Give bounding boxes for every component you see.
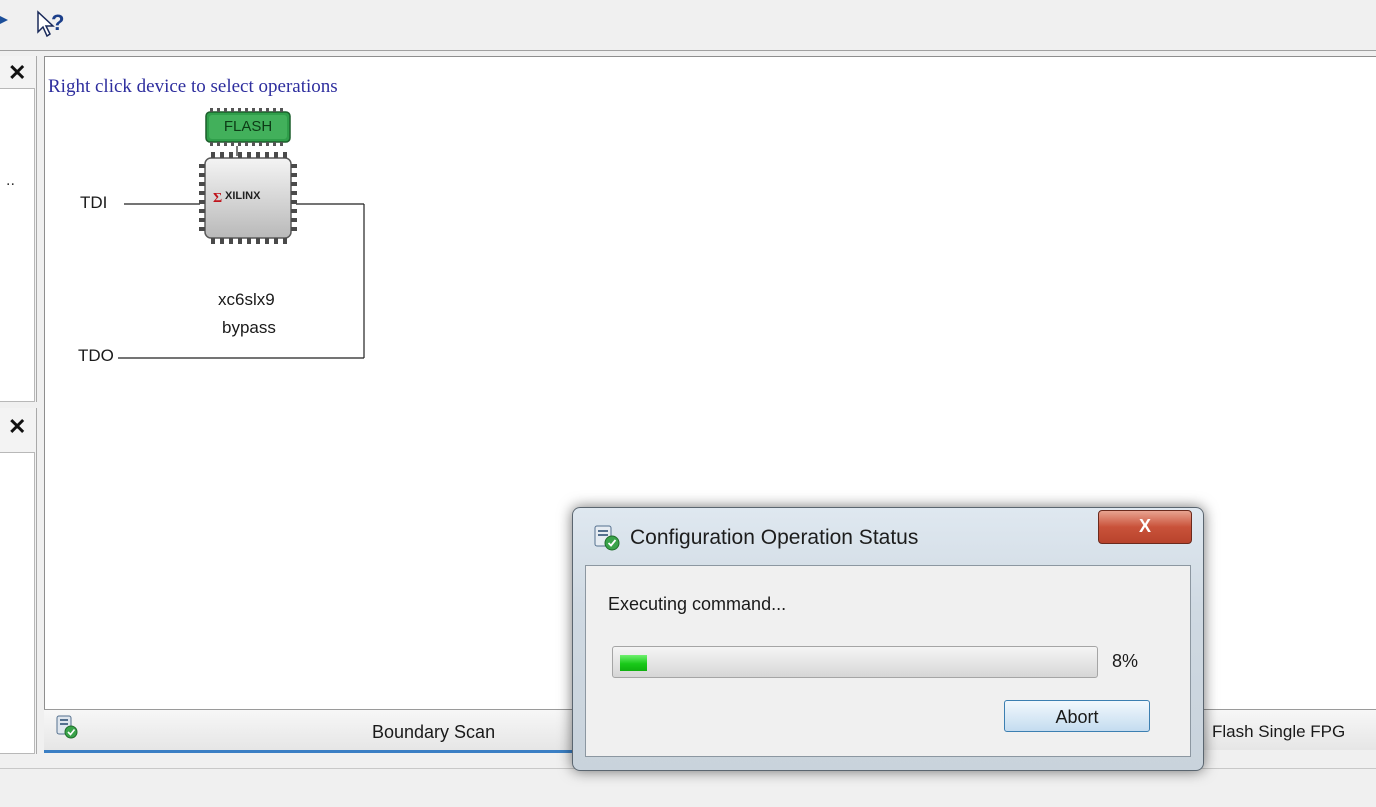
tdi-label: TDI <box>80 193 108 212</box>
tdo-label: TDO <box>78 346 114 365</box>
toolbar <box>0 0 1376 51</box>
device-instruction: bypass <box>222 318 276 337</box>
xilinx-device-chip[interactable]: Σ XILINX <box>199 152 297 244</box>
status-bar <box>0 768 1376 807</box>
dialog-title: Configuration Operation Status <box>630 526 919 549</box>
configuration-status-icon <box>594 525 620 551</box>
tab-flash-single-fpga-label: Flash Single FPG <box>1212 722 1346 741</box>
arrow-icon[interactable] <box>0 12 12 30</box>
progress-bar-fill <box>620 655 647 671</box>
boundary-scan-icon <box>56 715 78 739</box>
close-icon[interactable]: ✕ <box>8 62 26 84</box>
svg-text:?: ? <box>51 10 64 35</box>
device-name: xc6slx9 <box>218 290 275 309</box>
close-icon[interactable]: ✕ <box>8 416 26 438</box>
flash-chip[interactable]: FLASH <box>202 108 294 146</box>
left-panel-bottom-content <box>0 452 35 754</box>
truncated-text: .. <box>6 172 15 189</box>
help-pointer-icon[interactable]: ? <box>36 8 72 42</box>
progress-bar <box>612 646 1098 678</box>
tab-boundary-scan-label: Boundary Scan <box>372 722 496 742</box>
svg-text:Σ: Σ <box>213 191 222 206</box>
abort-button[interactable]: Abort <box>1004 700 1150 732</box>
flash-chip-label: FLASH <box>223 118 273 135</box>
left-panel-top-content <box>0 88 35 402</box>
xilinx-logo: XILINX <box>225 190 261 202</box>
progress-percent: 8% <box>1112 651 1139 671</box>
dialog-message: Executing command... <box>608 594 787 614</box>
close-icon[interactable]: X <box>1098 510 1192 544</box>
